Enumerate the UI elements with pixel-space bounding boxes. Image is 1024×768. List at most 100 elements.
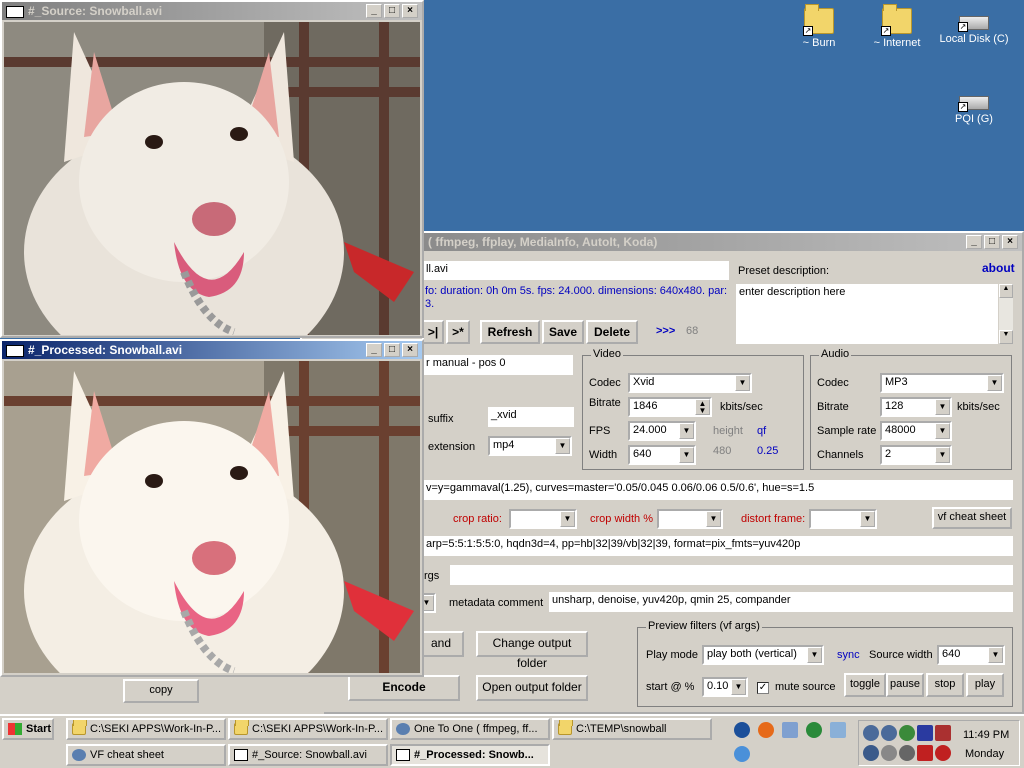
taskbar-button-temp-folder[interactable]: C:\TEMP\snowball [552,718,712,740]
width-select[interactable]: 640 ▼ [628,445,696,465]
args-field[interactable] [449,564,1014,586]
chevron-down-icon: ▼ [807,647,822,663]
quick-launch-notepad-icon[interactable] [782,722,798,738]
crop-ratio-label: crop ratio: [453,513,502,525]
sample-rate-label: Sample rate [817,425,877,437]
taskbar-button-explorer-2[interactable]: C:\SEKI APPS\Work-In-P... [228,718,388,740]
start-percent-select[interactable]: 0.10 ▼ [702,677,748,697]
tray-app-icon[interactable] [881,725,897,741]
maximize-button[interactable]: □ [384,343,400,357]
taskbar-button-processed[interactable]: #_Processed: Snowb... [390,744,550,766]
processed-video-frame [4,361,420,673]
audio-bitrate-select[interactable]: 128 ▼ [880,397,952,417]
source-window-title: #_Source: Snowball.avi [28,4,163,18]
nav-last-button[interactable]: >* [446,320,470,344]
save-button[interactable]: Save [542,320,584,344]
crop-ratio-select[interactable]: ▼ [509,509,577,529]
delete-button[interactable]: Delete [586,320,638,344]
desktop-icon-label: ~ Internet [873,37,921,49]
change-output-folder-button[interactable]: Change output folder [476,631,588,670]
command-button[interactable]: and [418,631,464,657]
tray-app-icon[interactable] [917,745,933,761]
desktop-icon-pqi[interactable]: ↗ PQI (G) [929,88,1019,125]
tray-shield-icon[interactable] [935,745,951,761]
crop-width-select[interactable]: ▼ [657,509,723,529]
folder-icon: ↗ [881,4,912,36]
args-label: rgs [424,570,440,582]
close-button[interactable]: × [402,343,418,357]
close-button[interactable]: × [402,4,418,18]
taskbar-button-explorer-1[interactable]: C:\SEKI APPS\Work-In-P... [66,718,226,740]
tray-app-icon[interactable] [881,745,897,761]
toggle-button[interactable]: toggle [844,673,886,697]
desktop-icon-label: Local Disk (C) [939,33,1009,45]
quick-launch-ie-icon[interactable] [734,746,750,762]
refresh-button[interactable]: Refresh [480,320,540,344]
distort-frame-select[interactable]: ▼ [809,509,877,529]
stop-button[interactable]: stop [926,673,964,697]
video-codec-select[interactable]: Xvid ▼ [628,373,752,393]
preset-description-label: Preset description: [738,265,830,277]
desktop-icon-local-disk[interactable]: ↗ Local Disk (C) [929,8,1019,45]
clock-time[interactable]: 11:49 PM [963,729,1009,741]
suffix-field[interactable]: _xvid [487,406,575,428]
chevron-down-icon: ▼ [560,511,575,527]
quick-launch-utorrent-icon[interactable] [806,722,822,738]
sync-link[interactable]: sync [837,649,860,661]
taskbar-button-vf-cheat-sheet[interactable]: VF cheat sheet [66,744,226,766]
chevron-down-icon: ▼ [935,423,950,439]
audio-codec-label: Codec [817,377,849,389]
suffix-label: suffix [428,413,454,425]
minimize-button[interactable]: _ [366,343,382,357]
preset-description-field[interactable]: enter description here [735,283,999,345]
about-link[interactable]: about [982,261,1015,275]
quick-launch-network-icon[interactable] [830,722,846,738]
tray-app-icon[interactable] [935,725,951,741]
vf-args-field[interactable]: v=y=gammaval(1.25), curves=master='0.05/… [422,479,1014,501]
metadata-comment-field[interactable]: unsharp, denoise, yuv420p, qmin 25, comp… [548,591,1014,613]
nav-next-button[interactable]: >| [422,320,444,344]
desktop-icon-burn[interactable]: ↗ ~ Burn [774,4,864,49]
extension-select[interactable]: mp4 ▼ [488,436,572,456]
audio-codec-select[interactable]: MP3 ▼ [880,373,1004,393]
close-button[interactable]: × [1002,235,1018,249]
encode-button[interactable]: Encode [348,675,460,701]
pause-button[interactable]: pause [886,673,924,697]
copy-button[interactable]: copy [123,679,199,703]
taskbar-button-source[interactable]: #_Source: Snowball.avi [228,744,388,766]
spinner-icon: ▲ ▼ [695,399,710,415]
drive-icon: ↗ [958,16,989,32]
maximize-button[interactable]: □ [984,235,1000,249]
mute-source-checkbox[interactable]: ✓ [757,682,769,694]
mode-field[interactable]: r manual - pos 0 [422,354,574,376]
video-bitrate-stepper[interactable]: 1846 ▲ ▼ [628,397,712,417]
source-width-select[interactable]: 640 ▼ [937,645,1005,665]
folder-icon [234,720,249,736]
system-tray: 11:49 PM Monday [858,720,1020,766]
channels-select[interactable]: 2 ▼ [880,445,952,465]
tray-volume-icon[interactable] [899,745,915,761]
vf-cheat-sheet-button[interactable]: vf cheat sheet [932,507,1012,529]
taskbar-button-one-to-one[interactable]: One To One ( ffmpeg, ff... [390,718,550,740]
filter-chain-field[interactable]: arp=5:5:1:5:5:0, hqdn3d=4, pp=hb|32|39/v… [422,535,1014,557]
minimize-button[interactable]: _ [966,235,982,249]
description-scrollbar[interactable]: ▲ ▼ [998,283,1014,345]
quick-launch-download-icon[interactable] [734,722,750,738]
window-icon [6,344,24,357]
file-name-field[interactable]: ll.avi [422,260,730,281]
fps-select[interactable]: 24.000 ▼ [628,421,696,441]
play-button[interactable]: play [966,673,1004,697]
quick-launch-firefox-icon[interactable] [758,722,774,738]
tray-app-icon[interactable] [863,725,879,741]
minimize-button[interactable]: _ [366,4,382,18]
tray-clock-icon[interactable] [863,745,879,761]
open-output-folder-button[interactable]: Open output folder [476,675,588,701]
qf-label: qf [757,425,767,437]
clock-day[interactable]: Monday [965,748,1004,760]
start-button[interactable]: Start [2,718,54,740]
play-mode-select[interactable]: play both (vertical) ▼ [702,645,824,665]
sample-rate-select[interactable]: 48000 ▼ [880,421,952,441]
maximize-button[interactable]: □ [384,4,400,18]
tray-app-icon[interactable] [917,725,933,741]
tray-app-icon[interactable] [899,725,915,741]
